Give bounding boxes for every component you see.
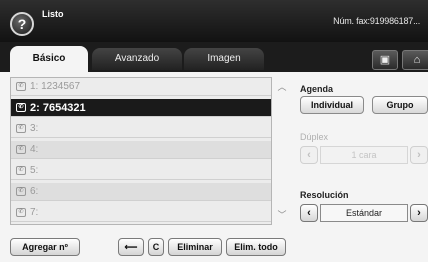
- list-item-label: 4:: [30, 144, 39, 155]
- home-icon: ⌂: [413, 54, 421, 66]
- phone-icon: ✆: [16, 166, 26, 175]
- resolucion-label: Resolución: [300, 190, 349, 200]
- list-item[interactable]: ✆ 2: 7654321: [11, 99, 271, 117]
- list-item-label: 2: 7654321: [30, 102, 86, 114]
- delete-button[interactable]: Eliminar: [168, 238, 222, 256]
- resolucion-value: Estándar: [320, 204, 408, 222]
- status-text: Listo: [42, 9, 64, 19]
- list-item[interactable]: ✆ 4:: [11, 141, 271, 159]
- clear-button[interactable]: C: [148, 238, 164, 256]
- phone-icon: ✆: [16, 103, 26, 112]
- list-item[interactable]: ✆ 1: 1234567: [11, 78, 271, 96]
- duplex-prev-button[interactable]: ‹: [300, 146, 318, 164]
- phone-icon: ✆: [16, 145, 26, 154]
- header-bar: ? Listo Núm. fax:919986187...: [0, 0, 428, 42]
- fax-number-info: Núm. fax:919986187...: [333, 16, 420, 26]
- agenda-label: Agenda: [300, 84, 334, 94]
- list-item[interactable]: ✆ 5:: [11, 162, 271, 180]
- list-item-label: 1: 1234567: [30, 81, 81, 92]
- duplex-next-button[interactable]: ›: [410, 146, 428, 164]
- resolucion-prev-button[interactable]: ‹: [300, 204, 318, 222]
- duplex-label: Dúplex: [300, 132, 329, 142]
- tab-basico[interactable]: Básico: [10, 46, 88, 72]
- backspace-button[interactable]: ⟵: [118, 238, 144, 256]
- phone-icon: ✆: [16, 208, 26, 217]
- list-item-label: 6:: [30, 186, 39, 197]
- contacts-icon: ▣: [379, 54, 391, 66]
- add-number-button[interactable]: Agregar nº: [10, 238, 80, 256]
- home-button[interactable]: ⌂: [402, 50, 428, 70]
- contacts-button[interactable]: ▣: [372, 50, 398, 70]
- tab-avanzado[interactable]: Avanzado: [92, 48, 182, 70]
- list-item[interactable]: ✆ 6:: [11, 183, 271, 201]
- scroll-down-icon[interactable]: ﹀: [276, 209, 288, 221]
- resolucion-next-button[interactable]: ›: [410, 204, 428, 222]
- list-item-label: 5:: [30, 165, 39, 176]
- scroll-up-icon[interactable]: ︿: [276, 81, 288, 93]
- list-item[interactable]: ✆ 3:: [11, 120, 271, 138]
- fax-screen: ? Listo Núm. fax:919986187... Básico Ava…: [0, 0, 428, 262]
- list-item-label: 7:: [30, 207, 39, 218]
- phone-icon: ✆: [16, 124, 26, 133]
- tab-imagen[interactable]: Imagen: [184, 48, 264, 70]
- grupo-button[interactable]: Grupo: [372, 96, 428, 114]
- delete-all-button[interactable]: Elim. todo: [226, 238, 286, 256]
- phone-icon: ✆: [16, 82, 26, 91]
- backspace-icon: ⟵: [124, 242, 138, 252]
- list-scrollbar[interactable]: ︿ ﹀: [274, 77, 290, 225]
- help-icon[interactable]: ?: [10, 12, 34, 36]
- recipient-list: ✆ 1: 1234567 ✆ 2: 7654321 ✆ 3: ✆ 4: ✆ 5:…: [10, 77, 272, 225]
- individual-button[interactable]: Individual: [300, 96, 364, 114]
- list-item-label: 3:: [30, 123, 39, 134]
- basic-tab-content: ✆ 1: 1234567 ✆ 2: 7654321 ✆ 3: ✆ 4: ✆ 5:…: [0, 72, 428, 262]
- list-item[interactable]: ✆ 7:: [11, 204, 271, 222]
- phone-icon: ✆: [16, 187, 26, 196]
- duplex-value: 1 cara: [320, 146, 408, 164]
